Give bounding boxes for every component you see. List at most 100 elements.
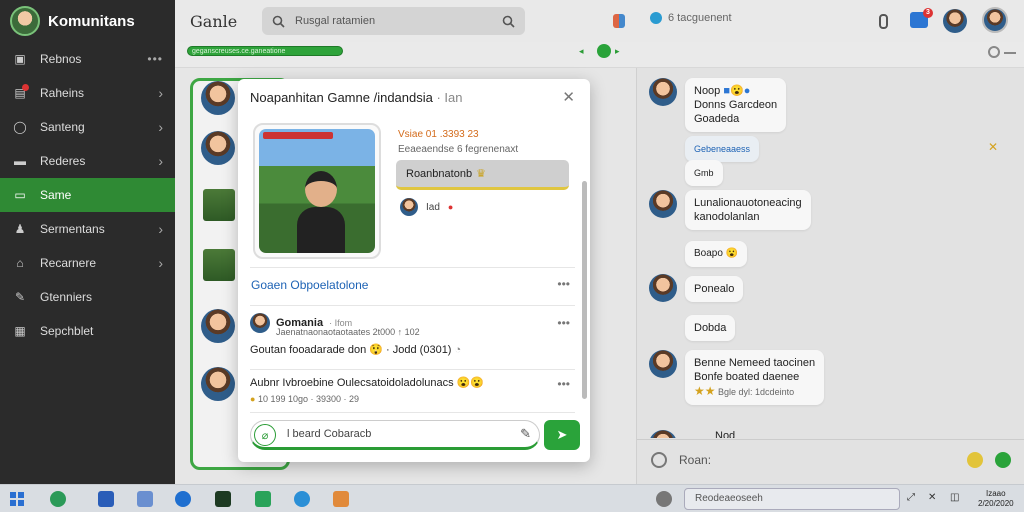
task-view-icon[interactable] <box>656 491 672 507</box>
star-icon: ★★ <box>694 384 716 398</box>
close-icon[interactable]: ✕ <box>562 88 575 106</box>
phone-icon[interactable] <box>873 11 893 31</box>
more-options-icon[interactable]: ••• <box>557 277 570 291</box>
chat-avatar[interactable] <box>649 274 677 302</box>
clock-icon[interactable] <box>651 451 667 468</box>
attach-icon[interactable]: ⌀ <box>254 424 276 446</box>
home-icon: ⌂ <box>16 256 24 270</box>
post-avatar[interactable] <box>250 313 270 333</box>
game-launcher-icon[interactable] <box>333 491 349 507</box>
comment-input[interactable]: ⌀ l beard Cobaracb ✎ <box>250 420 540 450</box>
brand-title: Komunitans <box>48 12 135 30</box>
list-avatar[interactable] <box>201 81 235 115</box>
reply-icon[interactable]: ◔ <box>455 344 462 356</box>
chat-line: Goadeda <box>694 113 740 125</box>
list-avatar[interactable] <box>201 367 235 401</box>
list-avatar[interactable] <box>201 309 235 343</box>
clock-time: Izaao <box>986 489 1006 498</box>
more-icon[interactable]: ••• <box>147 52 163 66</box>
list-thumbnail[interactable] <box>203 249 235 281</box>
game-dialog: Noapanhitan Gamne /indandsia · Ian ✕ Vsi… <box>238 79 590 462</box>
game-preview-image <box>259 129 375 253</box>
chat-bubble[interactable]: Gebeneaaess <box>685 136 760 162</box>
document-icon[interactable] <box>255 491 271 507</box>
chat-bubble[interactable]: Benne Nemeed taocinen Bonfe boated daene… <box>685 350 825 405</box>
taskbar: Reodeaeoseeh ⤢ ✕ ◫ Izaao 2/20/2020 <box>0 484 1024 512</box>
chat-bubble[interactable]: Ponealo <box>685 276 744 302</box>
game-subtitle: Eeaeaendse 6 fegrenenaxt <box>398 144 519 155</box>
heart-icon[interactable]: ● <box>448 202 453 212</box>
chat-input[interactable]: Roan: <box>637 439 1024 479</box>
sidebar-item-rebnos[interactable]: ▣ Rebnos ••• <box>0 42 175 76</box>
edit-icon[interactable]: ✎ <box>520 426 531 442</box>
sidebar-item-santeng[interactable]: ◯ Santeng › <box>0 110 175 144</box>
browser-icon[interactable] <box>175 491 191 507</box>
chat-avatar[interactable] <box>649 350 677 378</box>
files-icon[interactable] <box>137 491 153 507</box>
windows-start-icon[interactable] <box>10 492 24 506</box>
search-input[interactable]: Rusgal ratamien <box>295 15 492 27</box>
post-text-2: · Jodd (0301) <box>386 344 452 356</box>
send-chat-icon[interactable] <box>995 451 1011 468</box>
brand[interactable]: Komunitans <box>0 0 175 42</box>
store-icon[interactable] <box>98 491 114 507</box>
scrollbar[interactable] <box>582 181 587 399</box>
more-options-icon[interactable]: ••• <box>557 377 570 391</box>
sidebar-item-gtenniers[interactable]: ✎ Gtenniers <box>0 280 175 314</box>
sidebar-item-same[interactable]: ▭ Same <box>0 178 175 212</box>
notification-tray-icon[interactable]: ⤢ <box>907 492 915 503</box>
minus-icon[interactable] <box>1004 52 1016 54</box>
mail-icon[interactable] <box>609 11 629 31</box>
dialog-title-text: Noapanhitan Gamne /indandsia <box>250 90 433 105</box>
notifications-badge: 3 <box>923 8 933 18</box>
arrow-left-icon[interactable]: ◂ <box>579 46 584 57</box>
taskbar-search[interactable]: Reodeaeoseeh <box>684 488 900 510</box>
volume-icon[interactable]: ◫ <box>950 492 959 503</box>
arrow-right-icon[interactable]: ▸ <box>615 46 620 57</box>
terminal-icon[interactable] <box>215 491 231 507</box>
more-options-icon[interactable]: ••• <box>557 316 570 330</box>
star-icon[interactable]: ✕ <box>988 140 998 154</box>
hud-bar <box>263 132 333 139</box>
chat-avatar[interactable] <box>649 430 677 438</box>
sidebar-item-sermentans[interactable]: ♟ Sermentans › <box>0 212 175 246</box>
game-thumbnail[interactable] <box>253 123 381 259</box>
search-icon <box>272 15 285 28</box>
sidebar-item-label: Same <box>40 188 72 202</box>
list-avatar[interactable] <box>201 131 235 165</box>
sidebar-item-label: Gtenniers <box>40 290 93 304</box>
chat-bubble[interactable]: Gmb <box>685 160 723 186</box>
edge-icon[interactable] <box>294 491 310 507</box>
emoji-button-icon[interactable] <box>967 451 983 468</box>
section-title[interactable]: Goaen Obpoelatolone <box>251 278 368 292</box>
player-avatar[interactable] <box>400 198 418 216</box>
sidebar-item-sepchblet[interactable]: ▦ Sepchblet <box>0 314 175 348</box>
search-submit-icon[interactable] <box>502 15 515 28</box>
chat-bubble[interactable]: Dobda <box>685 315 736 341</box>
play-button[interactable]: Roanbnatonb ♛ <box>396 160 569 190</box>
chat-bubble[interactable]: Lunalionauotoneacing kanodolanlan <box>685 190 811 230</box>
top-tab[interactable]: 6 tacguenent <box>650 12 732 24</box>
chat-avatar[interactable] <box>649 78 677 106</box>
like-icon[interactable]: ● <box>250 394 255 404</box>
friend-avatar[interactable] <box>943 9 967 33</box>
notifications-icon[interactable]: 3 <box>910 8 933 28</box>
send-button[interactable]: ➤ <box>544 420 580 450</box>
chat-line: Boapo <box>694 248 723 259</box>
sidebar-item-recarnere[interactable]: ⌂ Recarnere › <box>0 246 175 280</box>
sidebar-item-rederes[interactable]: ▬ Rederes › <box>0 144 175 178</box>
chat-bubble[interactable]: Noop ■😮● Donns Garcdeon Goadeda <box>685 78 787 132</box>
chat-line: Gmb <box>694 168 714 178</box>
clock[interactable]: Izaao 2/20/2020 <box>978 489 1014 509</box>
list-thumbnail[interactable] <box>203 189 235 221</box>
chat-avatar[interactable] <box>649 190 677 218</box>
search-taskbar-icon[interactable] <box>50 491 66 507</box>
network-icon[interactable]: ✕ <box>928 492 936 503</box>
chat-bubble[interactable]: Boapo 😮 <box>685 241 748 267</box>
wrench-icon: ✎ <box>14 290 26 304</box>
user-avatar[interactable] <box>982 7 1008 33</box>
search-box[interactable]: Rusgal ratamien <box>262 7 525 35</box>
sidebar-item-raheins[interactable]: ▤ Raheins › <box>0 76 175 110</box>
sync-icon[interactable] <box>988 46 1000 58</box>
post-text: Aubnr Ivbroebine Oulecsatoidoladolunacs <box>250 377 454 389</box>
